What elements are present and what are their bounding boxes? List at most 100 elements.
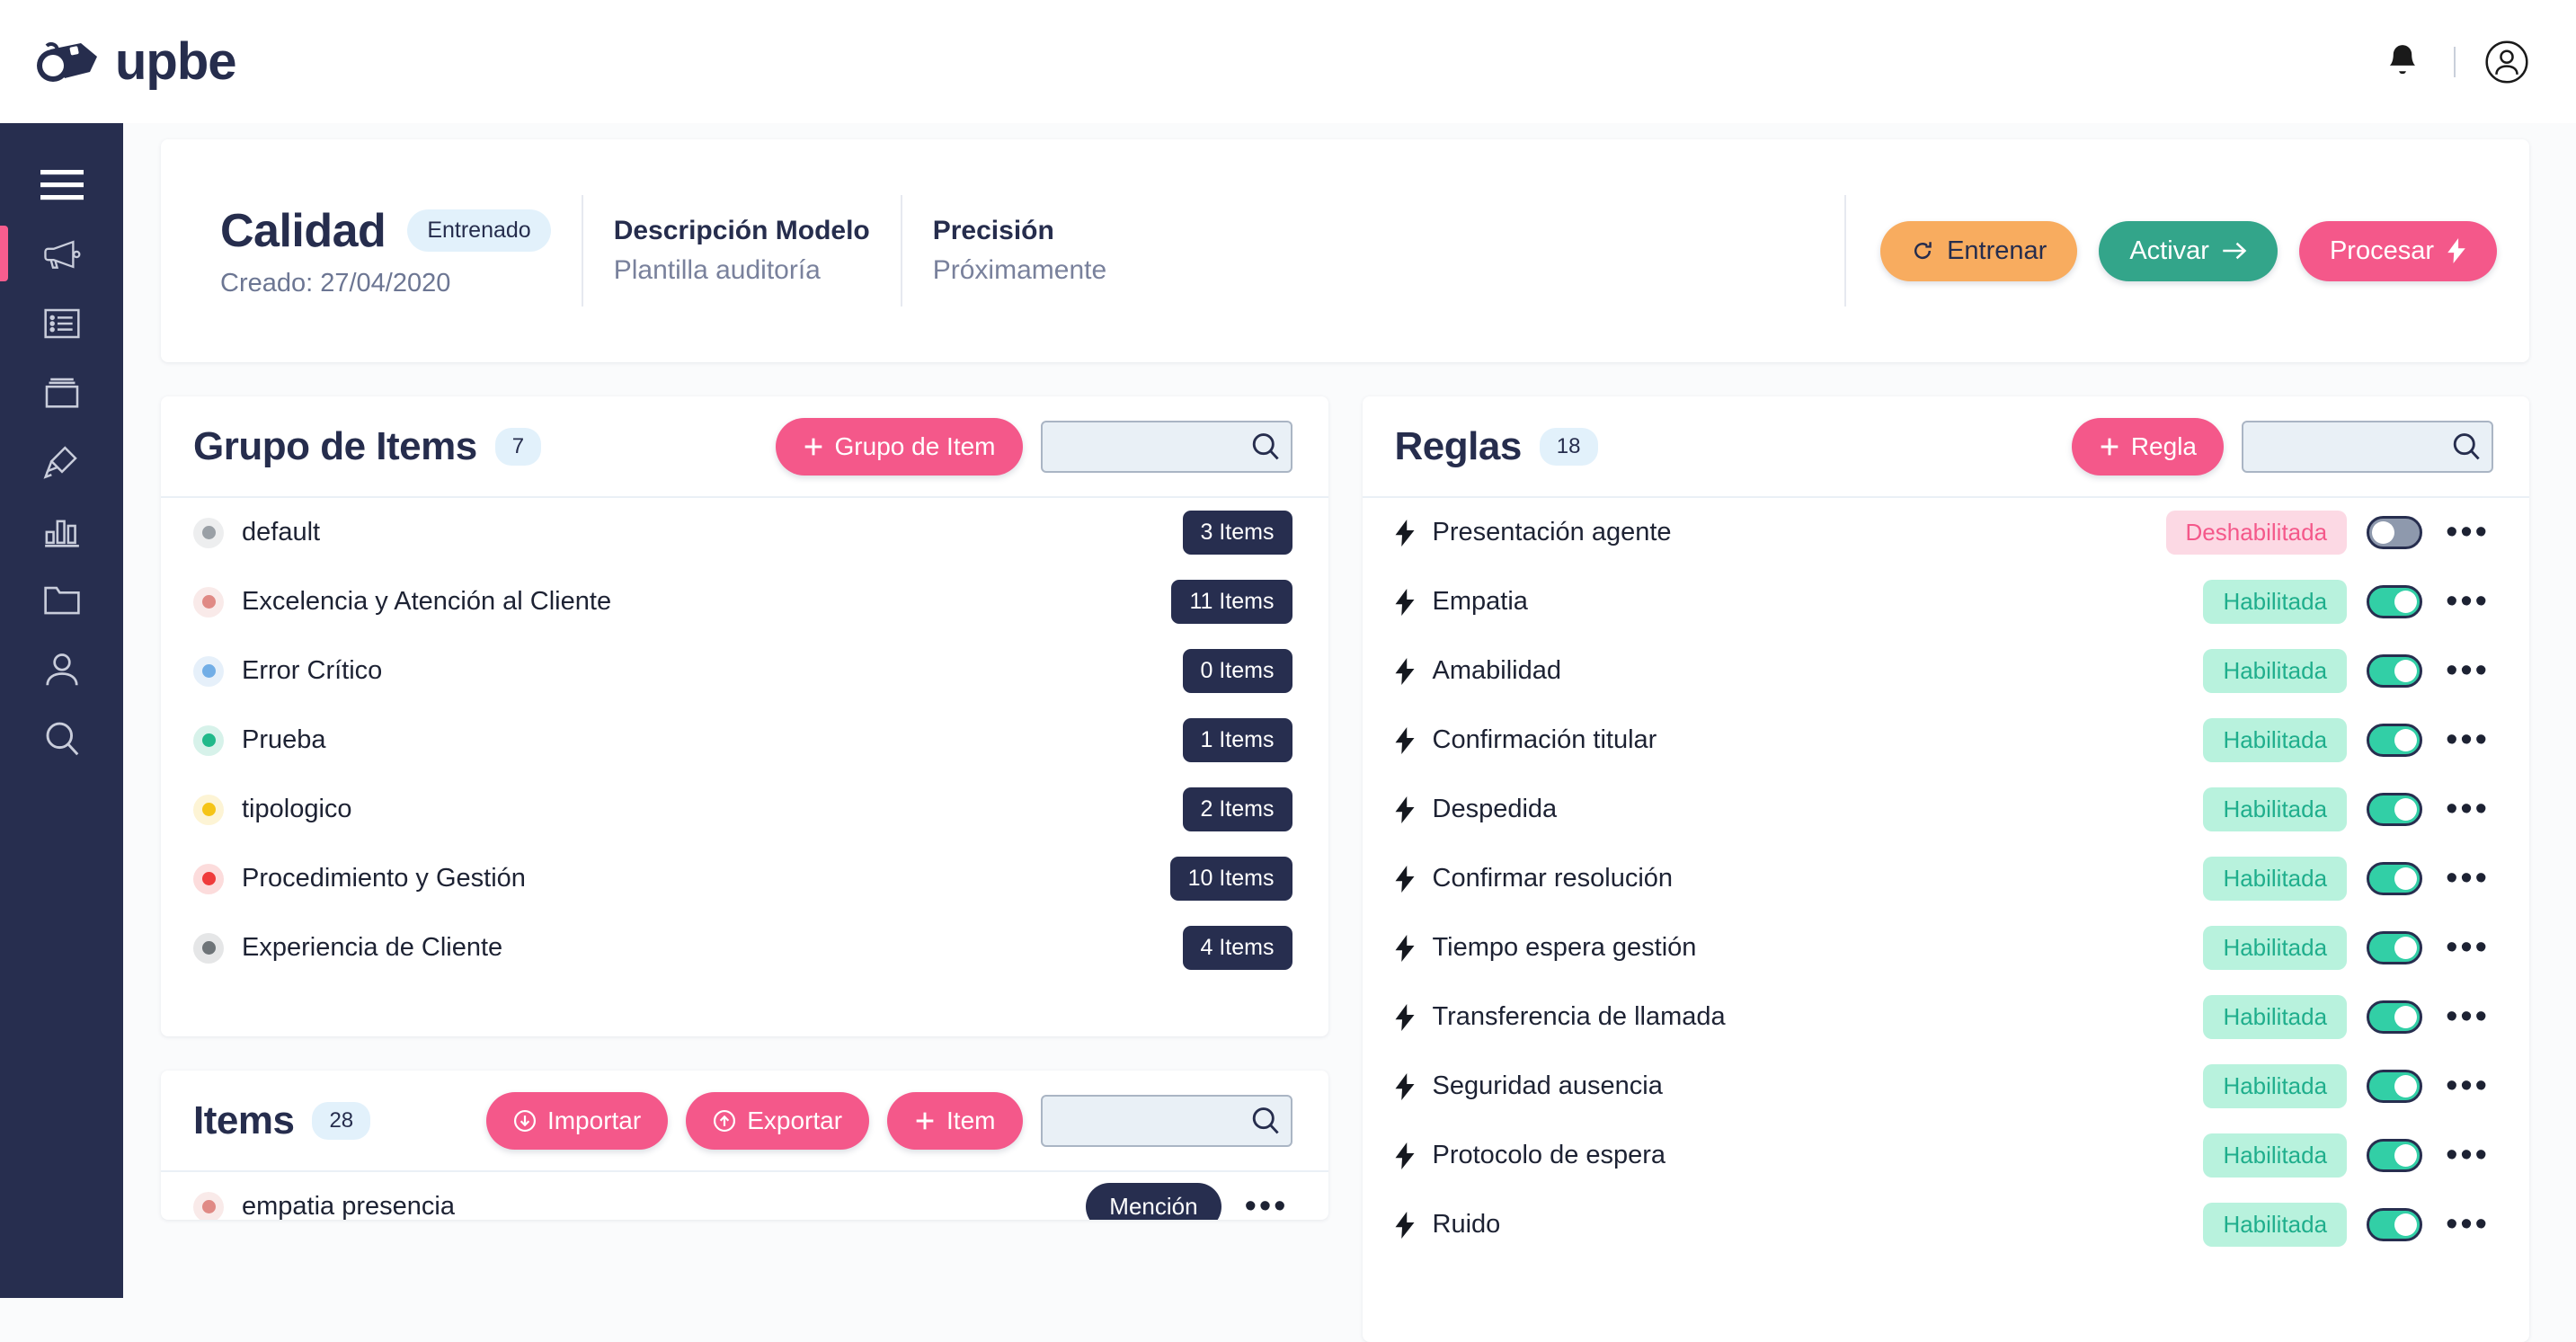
rule-toggle[interactable] (2367, 862, 2423, 895)
sidebar-item-lists[interactable] (0, 289, 123, 358)
rule-row[interactable]: Tiempo espera gestión Habilitada ••• (1363, 913, 2530, 982)
rule-row[interactable]: Seguridad ausencia Habilitada ••• (1363, 1052, 2530, 1121)
rule-toggle[interactable] (2367, 1000, 2423, 1034)
sidebar-item-annotations[interactable] (0, 427, 123, 496)
rule-toggle[interactable] (2367, 654, 2423, 688)
status-badge: Entrenado (407, 209, 551, 252)
arrow-right-icon (2223, 242, 2247, 260)
rule-row-menu-button[interactable]: ••• (2442, 1207, 2493, 1241)
importar-label: Importar (546, 1106, 642, 1134)
account-button[interactable] (2481, 36, 2533, 88)
lightning-icon (1395, 519, 1415, 547)
rule-row-menu-button[interactable]: ••• (2442, 930, 2493, 964)
brand-logo[interactable]: upbe (34, 35, 237, 88)
rule-row-menu-button[interactable]: ••• (2442, 1000, 2493, 1034)
item-row-menu-button[interactable]: ••• (1241, 1189, 1292, 1220)
items-search-input[interactable] (1040, 1094, 1292, 1147)
item-group-row[interactable]: Excelencia y Atención al Cliente 11 Items (161, 567, 1328, 636)
rule-row[interactable]: Protocolo de espera Habilitada ••• (1363, 1121, 2530, 1190)
lightning-icon (1395, 1142, 1415, 1169)
item-count-badge: 11 Items (1171, 580, 1292, 624)
items-search (1040, 1094, 1292, 1147)
rule-label: Tiempo espera gestión (1432, 933, 1697, 962)
rule-toggle[interactable] (2367, 724, 2423, 757)
rule-row-menu-button[interactable]: ••• (2442, 653, 2493, 688)
rule-row-menu-button[interactable]: ••• (2442, 861, 2493, 895)
exportar-label: Exportar (747, 1106, 843, 1134)
item-group-row[interactable]: Error Crítico 0 Items (161, 636, 1328, 706)
rule-row[interactable]: Presentación agente Deshabilitada ••• (1363, 498, 2530, 567)
procesar-label: Procesar (2329, 236, 2434, 265)
item-group-row[interactable]: Prueba 1 Items (161, 706, 1328, 775)
right-column: Reglas 18 Regla Presentación agente Desh… (1362, 396, 2530, 1342)
importar-button[interactable]: Importar (485, 1091, 669, 1150)
rule-row-menu-button[interactable]: ••• (2442, 1069, 2493, 1103)
item-group-label: tipologico (242, 795, 352, 823)
rule-row[interactable]: Confirmar resolución Habilitada ••• (1363, 844, 2530, 913)
rule-row[interactable]: Ruido Habilitada ••• (1363, 1190, 2530, 1259)
item-groups-search (1040, 420, 1292, 473)
add-item-group-button[interactable]: Grupo de Item (775, 417, 1023, 475)
rule-toggle[interactable] (2367, 1139, 2423, 1172)
item-group-row[interactable]: Procedimiento y Gestión 10 Items (161, 844, 1328, 913)
rule-row[interactable]: Despedida Habilitada ••• (1363, 775, 2530, 844)
rule-toggle[interactable] (2367, 931, 2423, 964)
item-groups-search-input[interactable] (1040, 420, 1292, 473)
rule-row-menu-button[interactable]: ••• (2442, 792, 2493, 826)
rules-search-input[interactable] (2242, 420, 2493, 473)
rule-label: Confirmación titular (1432, 725, 1657, 754)
rule-row[interactable]: Empatia Habilitada ••• (1363, 567, 2530, 636)
sidebar-item-users[interactable] (0, 635, 123, 704)
rule-toggle[interactable] (2367, 585, 2423, 618)
rule-row[interactable]: Amabilidad Habilitada ••• (1363, 636, 2530, 706)
entrenar-button[interactable]: Entrenar (1880, 220, 2078, 281)
activar-button[interactable]: Activar (2099, 220, 2278, 281)
plus-icon (916, 1112, 934, 1129)
sidebar-item-files[interactable] (0, 565, 123, 635)
precision-label: Precisión (932, 216, 1054, 245)
rule-toggle[interactable] (2367, 516, 2423, 549)
rule-toggle[interactable] (2367, 1070, 2423, 1103)
list-icon (43, 308, 80, 338)
rule-row-menu-button[interactable]: ••• (2442, 1138, 2493, 1172)
sidebar-item-campaigns[interactable] (0, 219, 123, 289)
item-groups-header: Grupo de Items 7 Grupo de Item (161, 396, 1328, 498)
rule-row[interactable]: Confirmación titular Habilitada ••• (1363, 706, 2530, 775)
plus-icon (804, 438, 822, 455)
rule-row-menu-button[interactable]: ••• (2442, 723, 2493, 757)
exportar-button[interactable]: Exportar (686, 1091, 870, 1150)
rule-toggle[interactable] (2367, 793, 2423, 826)
rule-status-badge: Habilitada (2203, 718, 2348, 762)
lightning-icon (2447, 238, 2465, 263)
rules-list: Presentación agente Deshabilitada ••• Empat… (1363, 498, 2530, 1259)
rule-toggle[interactable] (2367, 1208, 2423, 1241)
lightning-icon (1395, 934, 1415, 962)
refresh-icon (1914, 242, 1932, 260)
rule-row-menu-button[interactable]: ••• (2442, 584, 2493, 618)
procesar-button[interactable]: Procesar (2298, 220, 2497, 281)
add-item-button[interactable]: Item (887, 1091, 1023, 1150)
folder-icon (43, 586, 80, 614)
sidebar-item-search[interactable] (0, 704, 123, 773)
item-group-row[interactable]: Experiencia de Cliente 4 Items (161, 913, 1328, 982)
rule-row-menu-button[interactable]: ••• (2442, 515, 2493, 549)
group-color-dot (193, 517, 224, 548)
sidebar-item-archive[interactable] (0, 358, 123, 427)
item-group-row[interactable]: tipologico 2 Items (161, 775, 1328, 844)
topbar-divider (2454, 46, 2456, 77)
sidebar-item-menu-toggle[interactable] (0, 150, 123, 219)
rule-row[interactable]: Transferencia de llamada Habilitada ••• (1363, 982, 2530, 1052)
sidebar-item-analytics[interactable] (0, 496, 123, 565)
item-group-row[interactable]: default 3 Items (161, 498, 1328, 567)
bell-icon (2389, 44, 2416, 74)
rule-label: Seguridad ausencia (1432, 1071, 1663, 1100)
rule-label: Presentación agente (1432, 518, 1672, 547)
rules-header: Reglas 18 Regla (1362, 396, 2529, 498)
notifications-button[interactable] (2376, 36, 2429, 88)
rule-status-badge: Habilitada (2203, 1133, 2348, 1178)
group-color-dot (193, 655, 224, 687)
add-rule-button[interactable]: Regla (2071, 417, 2224, 475)
item-row[interactable]: empatia presencia Mención ••• (161, 1172, 1328, 1220)
entrenar-label: Entrenar (1947, 236, 2047, 265)
rule-label: Transferencia de llamada (1432, 1002, 1726, 1031)
